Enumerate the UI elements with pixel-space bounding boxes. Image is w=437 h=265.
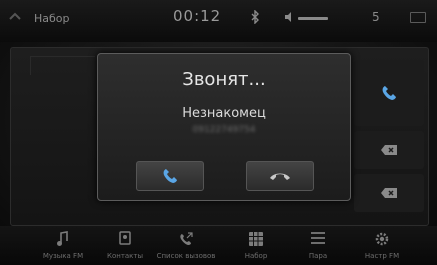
home-back-icon[interactable]	[8, 11, 22, 25]
phone-screen: Набор 00:12 5 Звонят... Незнакомец 09122…	[0, 0, 437, 265]
backspace-icon	[381, 188, 397, 198]
settings-icon	[375, 232, 389, 246]
backspace-button[interactable]	[354, 131, 424, 169]
caller-number: 09122749754	[192, 125, 256, 135]
keypad-icon	[249, 232, 263, 246]
clear-button[interactable]	[354, 174, 424, 212]
volume-indicator	[284, 11, 334, 25]
music-note-icon	[57, 231, 68, 246]
contacts-icon	[119, 231, 131, 245]
pair-list-icon	[311, 232, 325, 244]
signal-strength: 5	[372, 10, 380, 24]
incoming-call-dialog: Звонят... Незнакомец 09122749754	[97, 53, 351, 201]
decline-call-button[interactable]	[246, 161, 314, 191]
speaker-icon	[284, 11, 296, 27]
hang-up-icon	[270, 173, 290, 180]
nav-settings[interactable]: Настр FM	[346, 226, 418, 265]
dialer-side-buttons	[354, 52, 424, 222]
call-button[interactable]	[354, 60, 424, 126]
status-title: Набор	[34, 12, 70, 25]
bluetooth-icon	[250, 9, 260, 28]
backspace-icon	[381, 145, 397, 155]
battery-icon	[410, 12, 426, 23]
call-log-icon	[180, 232, 193, 245]
nav-call-log[interactable]: Список вызовов	[150, 226, 222, 265]
number-display-field	[30, 56, 95, 75]
clock: 00:12	[173, 7, 222, 25]
phone-icon	[163, 169, 177, 183]
phone-icon	[382, 86, 396, 100]
caller-name: Незнакомец	[182, 106, 266, 121]
bottom-navigation: Музыка FM Контакты Список вызовов Набор …	[0, 226, 437, 265]
nav-label: Список вызовов	[156, 252, 216, 260]
nav-pair[interactable]: Пара	[282, 226, 354, 265]
nav-label: Пара	[308, 252, 328, 260]
volume-bar	[298, 17, 328, 20]
dialog-title: Звонят...	[182, 69, 266, 90]
accept-call-button[interactable]	[136, 161, 204, 191]
nav-label: Настр FM	[364, 252, 400, 260]
status-bar: Набор 00:12 5	[0, 0, 437, 42]
